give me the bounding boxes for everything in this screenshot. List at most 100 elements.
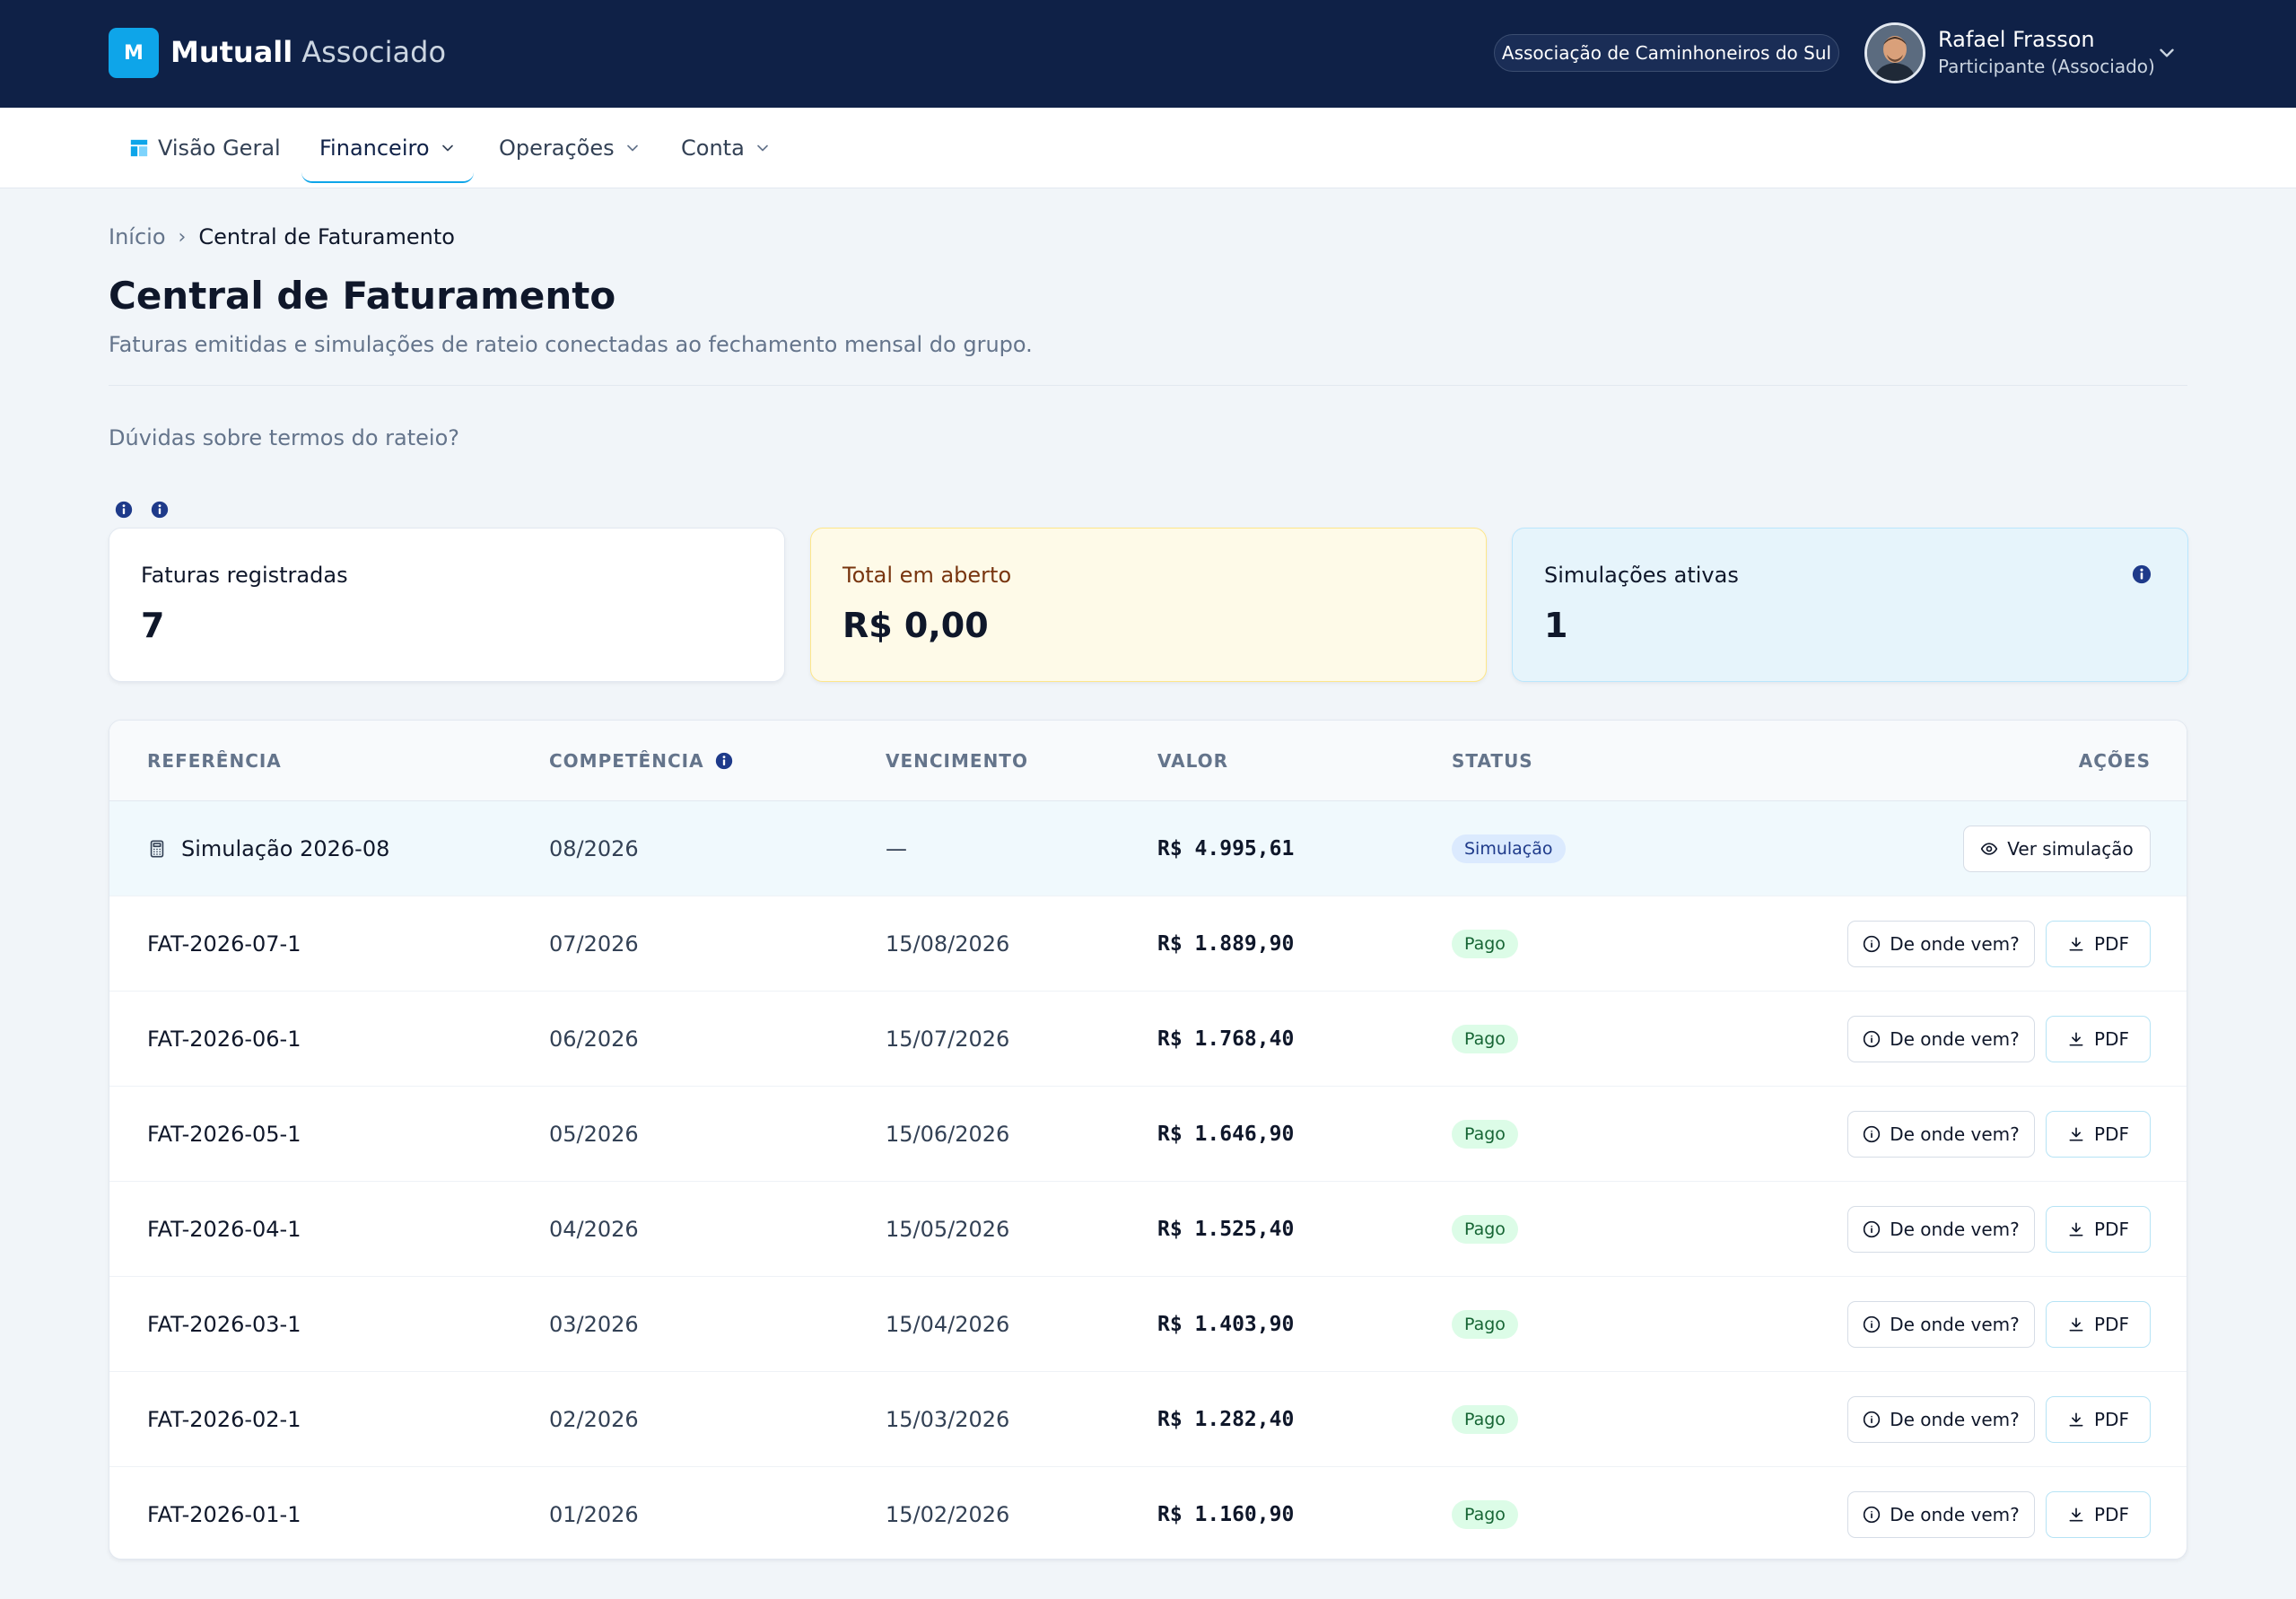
- cell-status: Simulação: [1452, 801, 1566, 896]
- chevron-down-icon[interactable]: [2155, 41, 2178, 65]
- button-label: De onde vem?: [1890, 1504, 2020, 1525]
- origin-details-button[interactable]: De onde vem?: [1847, 1301, 2035, 1348]
- reference-text: FAT-2026-06-1: [147, 1027, 301, 1052]
- chevron-down-icon: [626, 144, 638, 152]
- origin-details-button[interactable]: De onde vem?: [1847, 1111, 2035, 1158]
- nav-item-conta[interactable]: Conta: [681, 108, 772, 188]
- nav-item-label: Conta: [681, 135, 745, 161]
- view-simulation-button[interactable]: Ver simulação: [1963, 826, 2151, 872]
- status-badge: Pago: [1452, 1215, 1518, 1244]
- origin-details-button[interactable]: De onde vem?: [1847, 1491, 2035, 1538]
- button-label: PDF: [2094, 933, 2129, 955]
- cell-referencia: FAT-2026-05-1: [147, 1087, 301, 1182]
- user-role: Participante (Associado): [1938, 56, 2155, 77]
- eye-icon: [1981, 843, 1998, 855]
- breadcrumb-separator: ›: [178, 225, 187, 249]
- cell-competencia: 02/2026: [549, 1407, 639, 1432]
- table-row: FAT-2026-05-1 05/2026 15/06/2026 R$ 1.646,9…: [109, 1087, 2187, 1182]
- download-icon: [2069, 1127, 2083, 1141]
- button-label: PDF: [2094, 1314, 2129, 1335]
- cell-referencia: FAT-2026-01-1: [147, 1467, 301, 1559]
- column-header-label: COMPETÊNCIA: [549, 750, 704, 772]
- nav-item-label: Financeiro: [319, 135, 430, 161]
- download-pdf-button[interactable]: PDF: [2046, 921, 2151, 967]
- download-icon: [2069, 1222, 2083, 1236]
- cell-status: Pago: [1452, 1087, 1518, 1182]
- brand-title[interactable]: Mutuall Associado: [170, 32, 446, 72]
- column-header-status: STATUS: [1452, 750, 1533, 772]
- status-badge: Pago: [1452, 930, 1518, 958]
- cell-competencia: 03/2026: [549, 1312, 639, 1337]
- chevron-down-icon: [756, 144, 768, 152]
- origin-details-button[interactable]: De onde vem?: [1847, 1016, 2035, 1062]
- status-badge: Simulação: [1452, 834, 1566, 863]
- main-nav: Visão Geral Financeiro Operações Conta: [0, 108, 2296, 188]
- calculator-icon: [150, 840, 164, 858]
- stat-value: 1: [1544, 606, 1568, 645]
- cell-referencia: FAT-2026-04-1: [147, 1182, 301, 1277]
- table-row: FAT-2026-03-1 03/2026 15/04/2026 R$ 1.403,9…: [109, 1277, 2187, 1372]
- cell-competencia: 01/2026: [549, 1502, 639, 1527]
- brand-suffix: Associado: [301, 35, 447, 69]
- origin-details-button[interactable]: De onde vem?: [1847, 1396, 2035, 1443]
- info-icon[interactable]: [151, 501, 169, 519]
- info-icon[interactable]: [115, 501, 133, 519]
- origin-details-button[interactable]: De onde vem?: [1847, 921, 2035, 967]
- cell-status: Pago: [1452, 992, 1518, 1087]
- download-pdf-button[interactable]: PDF: [2046, 1301, 2151, 1348]
- info-icon[interactable]: [2132, 564, 2152, 584]
- user-name[interactable]: Rafael Frasson: [1938, 27, 2095, 52]
- cell-vencimento: 15/07/2026: [886, 1027, 1010, 1052]
- download-icon: [2069, 1032, 2083, 1046]
- reference-text: FAT-2026-02-1: [147, 1407, 301, 1432]
- download-pdf-button[interactable]: PDF: [2046, 1206, 2151, 1253]
- breadcrumb-home-link[interactable]: Início: [109, 224, 166, 249]
- column-header-acoes: AÇÕES: [2078, 750, 2151, 772]
- reference-text: FAT-2026-01-1: [147, 1502, 301, 1527]
- reference-text: FAT-2026-07-1: [147, 931, 301, 957]
- cell-competencia: 06/2026: [549, 1027, 639, 1052]
- cell-vencimento: 15/05/2026: [886, 1217, 1010, 1242]
- button-label: De onde vem?: [1890, 933, 2020, 955]
- status-badge: Pago: [1452, 1025, 1518, 1053]
- header-divider: [109, 385, 2187, 386]
- button-label: De onde vem?: [1890, 1219, 2020, 1240]
- page-subtitle: Faturas emitidas e simulações de rateio …: [109, 332, 1033, 357]
- info-icon[interactable]: [715, 752, 733, 770]
- column-header-competencia: COMPETÊNCIA: [549, 721, 733, 801]
- cell-status: Pago: [1452, 896, 1518, 992]
- nav-item-visao-geral[interactable]: Visão Geral: [129, 108, 281, 188]
- button-label: De onde vem?: [1890, 1409, 2020, 1430]
- button-label: De onde vem?: [1890, 1123, 2020, 1145]
- download-pdf-button[interactable]: PDF: [2046, 1016, 2151, 1062]
- stat-card-total-aberto: Total em aberto R$ 0,00: [810, 528, 1487, 682]
- breadcrumb: Início › Central de Faturamento: [109, 224, 455, 249]
- cell-vencimento: 15/08/2026: [886, 931, 1010, 957]
- cell-vencimento: 15/02/2026: [886, 1502, 1010, 1527]
- stat-label: Faturas registradas: [141, 563, 348, 588]
- cell-valor: R$ 1.889,90: [1157, 932, 1295, 956]
- download-pdf-button[interactable]: PDF: [2046, 1396, 2151, 1443]
- brand-logo[interactable]: M: [109, 28, 159, 78]
- button-label: PDF: [2094, 1409, 2129, 1430]
- table-row: FAT-2026-04-1 04/2026 15/05/2026 R$ 1.525,4…: [109, 1182, 2187, 1277]
- button-label: PDF: [2094, 1123, 2129, 1145]
- download-pdf-button[interactable]: PDF: [2046, 1111, 2151, 1158]
- cell-competencia: 04/2026: [549, 1217, 639, 1242]
- reference-text: FAT-2026-03-1: [147, 1312, 301, 1337]
- download-pdf-button[interactable]: PDF: [2046, 1491, 2151, 1538]
- nav-item-operacoes[interactable]: Operações: [499, 108, 642, 188]
- stat-value: R$ 0,00: [842, 606, 989, 645]
- cell-valor: R$ 1.282,40: [1157, 1408, 1295, 1431]
- avatar[interactable]: [1864, 22, 1925, 83]
- reference-text: FAT-2026-04-1: [147, 1217, 301, 1242]
- cell-valor: R$ 4.995,61: [1157, 837, 1295, 861]
- origin-details-button[interactable]: De onde vem?: [1847, 1206, 2035, 1253]
- cell-referencia: FAT-2026-06-1: [147, 992, 301, 1087]
- stat-card-faturas: Faturas registradas 7: [109, 528, 785, 682]
- rateio-terms-help-link[interactable]: Dúvidas sobre termos do rateio?: [109, 425, 459, 450]
- reference-text: FAT-2026-05-1: [147, 1122, 301, 1147]
- info-outline-icon: [1864, 1220, 1881, 1238]
- cell-status: Pago: [1452, 1372, 1518, 1467]
- organization-badge[interactable]: Associação de Caminhoneiros do Sul: [1494, 34, 1839, 72]
